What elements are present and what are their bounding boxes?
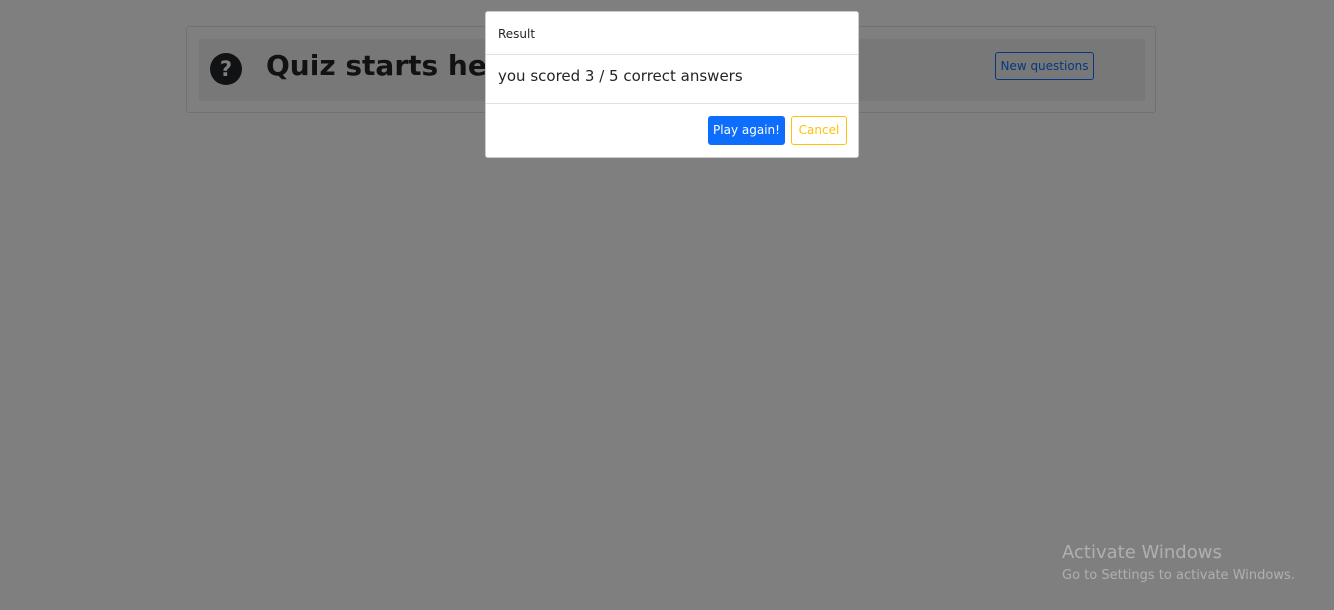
score-message: you scored 3 / 5 correct answers — [498, 67, 743, 85]
play-again-button[interactable]: Play again! — [708, 116, 785, 145]
modal-footer: Play again! Cancel — [486, 104, 858, 157]
cancel-button[interactable]: Cancel — [791, 116, 847, 145]
modal-title: Result — [498, 27, 536, 41]
result-modal: Result you scored 3 / 5 correct answers … — [485, 11, 859, 158]
modal-body: you scored 3 / 5 correct answers — [486, 55, 858, 104]
modal-header: Result — [486, 12, 858, 55]
